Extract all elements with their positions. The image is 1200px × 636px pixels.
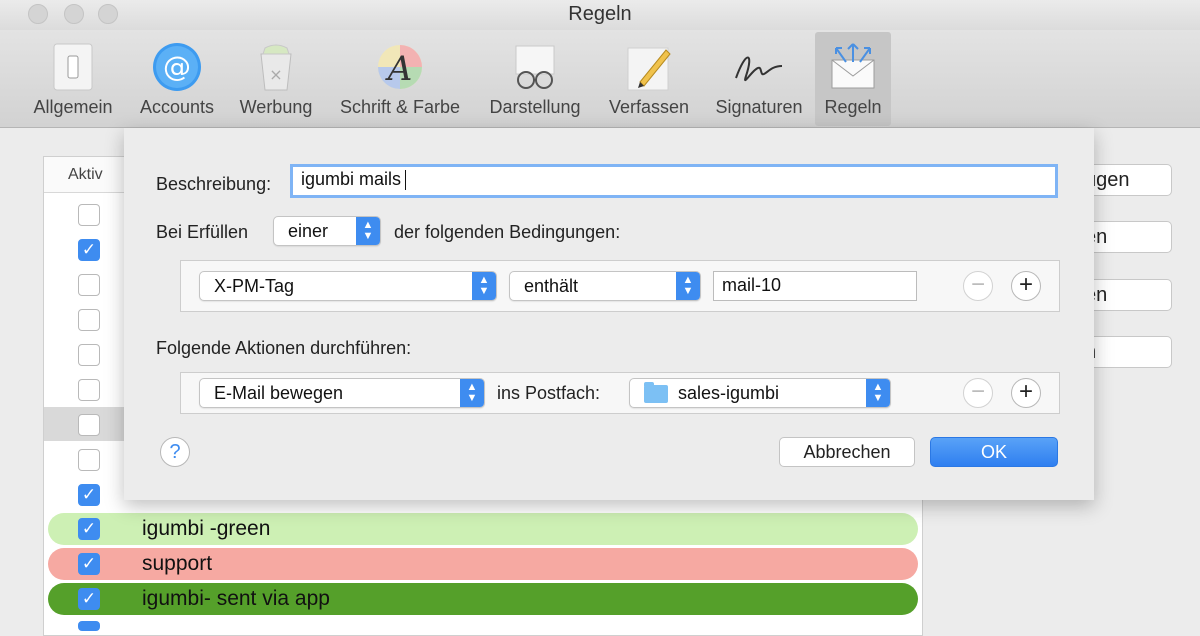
rule-name: support (142, 552, 213, 575)
svg-text:×: × (269, 65, 282, 84)
rules-envelope-icon (831, 43, 875, 89)
font-color-icon: A (378, 45, 422, 89)
add-condition-button[interactable]: + (1011, 271, 1041, 301)
popup-arrows-icon: ▲ ▼ (866, 379, 890, 407)
ok-button[interactable]: OK (930, 437, 1058, 467)
match-suffix-label: der folgenden Bedingungen: (394, 222, 621, 242)
popup-arrows-icon: ▲ ▼ (676, 272, 700, 300)
mailbox-label: ins Postfach: (497, 383, 601, 403)
window-title: Regeln (568, 3, 632, 25)
description-field[interactable]: igumbi mails (290, 164, 1058, 198)
match-prefix-label: Bei Erfüllen (156, 222, 249, 242)
remove-condition-button[interactable]: − (963, 271, 993, 301)
rule-active-checkbox[interactable] (78, 344, 100, 366)
rule-editor-sheet: Beschreibung: igumbi mails Bei Erfüllen … (124, 128, 1094, 500)
rule-row[interactable]: ✓ igumbi- sent via app (48, 583, 918, 615)
action-row: E-Mail bewegen ▲ ▼ ins Postfach: sales-ig… (180, 372, 1060, 414)
condition-row: X-PM-Tag ▲ ▼ enthält ▲ ▼ mail-10 − + (180, 260, 1060, 312)
trash-icon: × (260, 44, 292, 91)
condition-field-popup[interactable]: X-PM-Tag ▲ ▼ (199, 271, 497, 301)
rule-active-checkbox[interactable] (78, 309, 100, 331)
rule-active-checkbox[interactable]: ✓ (78, 553, 100, 575)
popup-arrows-icon: ▲ ▼ (356, 217, 380, 245)
match-mode-popup[interactable]: einer ▲ ▼ (273, 216, 381, 246)
tab-regeln[interactable]: Regeln (815, 32, 891, 126)
condition-operator-popup[interactable]: enthält ▲ ▼ (509, 271, 701, 301)
title-bar: Regeln (0, 0, 1200, 30)
cancel-button[interactable]: Abbrechen (779, 437, 915, 467)
mailbox-popup[interactable]: sales-igumbi ▲ ▼ (629, 378, 891, 408)
signature-icon (735, 56, 783, 82)
rule-row[interactable]: ✓ igumbi -green (48, 513, 918, 545)
tab-accounts[interactable]: @ Accounts (130, 32, 224, 126)
rule-active-checkbox[interactable]: ✓ (78, 518, 100, 540)
svg-text:@: @ (163, 50, 191, 83)
rule-active-checkbox[interactable] (78, 414, 100, 436)
rule-active-checkbox[interactable] (78, 449, 100, 471)
tab-werbung[interactable]: × Werbung (230, 32, 322, 126)
rule-name: igumbi- sent via app (142, 587, 330, 610)
popup-arrows-icon: ▲ ▼ (472, 272, 496, 300)
rule-active-checkbox[interactable] (78, 379, 100, 401)
switch-icon (53, 43, 93, 91)
rule-active-checkbox[interactable] (78, 274, 100, 296)
add-action-button[interactable]: + (1011, 378, 1041, 408)
tab-darstellung[interactable]: Darstellung (478, 32, 592, 126)
text-caret (405, 170, 407, 191)
action-type-popup[interactable]: E-Mail bewegen ▲ ▼ (199, 378, 485, 408)
rule-row[interactable]: ✓ support (48, 548, 918, 580)
at-icon: @ (153, 43, 201, 91)
tab-schrift-farbe[interactable]: A Schrift & Farbe (328, 32, 472, 126)
folder-icon (644, 382, 668, 403)
rule-active-checkbox[interactable] (78, 204, 100, 226)
rule-active-checkbox[interactable]: ✓ (78, 239, 100, 261)
tab-signaturen[interactable]: Signaturen (706, 32, 812, 126)
tab-verfassen[interactable]: Verfassen (598, 32, 700, 126)
svg-text:A: A (385, 49, 413, 89)
rule-active-checkbox[interactable]: ✓ (78, 484, 100, 506)
glasses-icon (515, 45, 555, 89)
pencil-icon (627, 47, 671, 91)
popup-arrows-icon: ▲ ▼ (460, 379, 484, 407)
description-label: Beschreibung: (156, 174, 272, 194)
remove-action-button[interactable]: − (963, 378, 993, 408)
rule-name: igumbi -green (142, 517, 271, 540)
actions-label: Folgende Aktionen durchführen: (156, 338, 412, 358)
tab-allgemein[interactable]: Allgemein (24, 32, 122, 126)
condition-value-field[interactable]: mail-10 (713, 271, 917, 301)
preferences-toolbar: Allgemein @ Accounts × Werbung A Schrift… (0, 30, 1200, 128)
help-button[interactable]: ? (160, 437, 190, 467)
rule-active-checkbox[interactable]: ✓ (78, 588, 100, 610)
column-header-aktiv[interactable]: Aktiv (68, 166, 103, 184)
